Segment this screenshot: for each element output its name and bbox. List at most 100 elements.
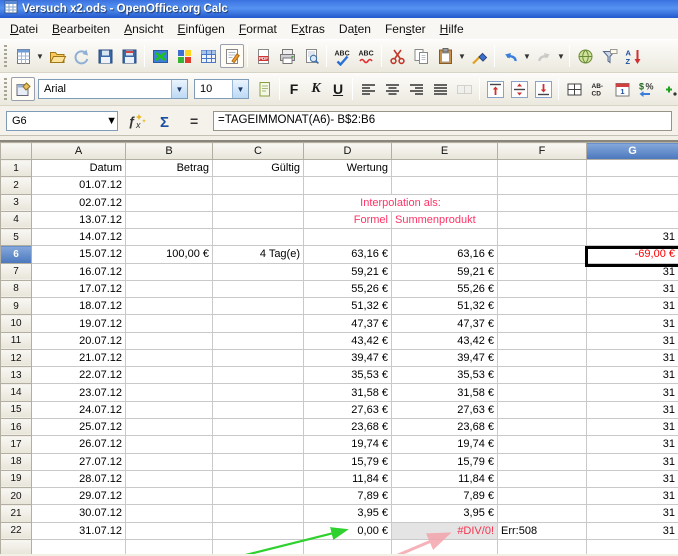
align-center-button[interactable]	[380, 77, 404, 101]
cell-F17[interactable]	[498, 436, 587, 453]
cell-E11[interactable]: 43,42 €	[392, 332, 498, 349]
cell-C20[interactable]	[213, 488, 304, 505]
gallery-button[interactable]	[172, 44, 196, 68]
cell-C3[interactable]	[213, 194, 304, 211]
cell-G14[interactable]: 31	[587, 384, 678, 401]
cell-F3[interactable]	[498, 194, 587, 211]
cell-E23[interactable]	[392, 539, 498, 554]
cell-D10[interactable]: 47,37 €	[304, 315, 392, 332]
cell-A20[interactable]: 29.07.12	[32, 488, 126, 505]
undo-button[interactable]	[498, 44, 522, 68]
cell-D5[interactable]	[304, 229, 392, 246]
cell-E9[interactable]: 51,32 €	[392, 298, 498, 315]
cell-C22[interactable]	[213, 522, 304, 539]
cell-B5[interactable]	[126, 229, 213, 246]
row-header-12[interactable]: 12	[1, 349, 32, 366]
cell-A4[interactable]: 13.07.12	[32, 211, 126, 228]
cell-D18[interactable]: 15,79 €	[304, 453, 392, 470]
menu-daten[interactable]: Daten	[332, 19, 378, 39]
underline-button[interactable]: U	[327, 77, 349, 101]
cell-A2[interactable]: 01.07.12	[32, 177, 126, 194]
row-header-18[interactable]: 18	[1, 453, 32, 470]
cell-F21[interactable]	[498, 505, 587, 522]
row-header-22[interactable]: 22	[1, 522, 32, 539]
styles-button[interactable]	[11, 77, 35, 101]
cell-G16[interactable]: 31	[587, 418, 678, 435]
cell-G11[interactable]: 31	[587, 332, 678, 349]
cell-D19[interactable]: 11,84 €	[304, 470, 392, 487]
cell-D13[interactable]: 35,53 €	[304, 367, 392, 384]
toolbar-drag-handle[interactable]	[4, 78, 7, 100]
cell-G8[interactable]: 31	[587, 280, 678, 297]
sort-descending-button[interactable]: AZ	[621, 44, 645, 68]
cell-F6[interactable]	[498, 246, 587, 263]
column-header-F[interactable]: F	[498, 143, 587, 160]
align-right-button[interactable]	[404, 77, 428, 101]
align-top-button[interactable]	[483, 77, 507, 101]
cell-B18[interactable]	[126, 453, 213, 470]
new-document-dropdown-icon[interactable]: ▼	[35, 44, 45, 68]
cell-C8[interactable]	[213, 280, 304, 297]
cell-B15[interactable]	[126, 401, 213, 418]
menu-bearbeiten[interactable]: Bearbeiten	[45, 19, 117, 39]
row-header-8[interactable]: 8	[1, 280, 32, 297]
cell-G5[interactable]: 31	[587, 229, 678, 246]
row-header-13[interactable]: 13	[1, 367, 32, 384]
cell-reference-box[interactable]: G6 ▼	[6, 111, 118, 131]
cell-F15[interactable]	[498, 401, 587, 418]
row-header-3[interactable]: 3	[1, 194, 32, 211]
cell-C16[interactable]	[213, 418, 304, 435]
cell-E6[interactable]: 63,16 €	[392, 246, 498, 263]
cell-C13[interactable]	[213, 367, 304, 384]
cell-C6[interactable]: 4 Tag(e)	[213, 246, 304, 263]
open-button[interactable]	[45, 44, 69, 68]
cell-G22[interactable]: 31	[587, 522, 678, 539]
row-header-9[interactable]: 9	[1, 298, 32, 315]
cell-F1[interactable]	[498, 160, 587, 177]
column-header-G[interactable]: G	[587, 143, 678, 160]
cell-F14[interactable]	[498, 384, 587, 401]
redo-dropdown-icon[interactable]: ▼	[556, 44, 566, 68]
cell-B7[interactable]	[126, 263, 213, 280]
cell-D12[interactable]: 39,47 €	[304, 349, 392, 366]
cell-B4[interactable]	[126, 211, 213, 228]
menu-einfgen[interactable]: Einfügen	[170, 19, 231, 39]
cell-D2[interactable]	[304, 177, 392, 194]
print-button[interactable]	[275, 44, 299, 68]
cell-B13[interactable]	[126, 367, 213, 384]
paste-button[interactable]	[433, 44, 457, 68]
function-wizard-button[interactable]: ƒx	[123, 109, 148, 133]
add-decimal-button[interactable]	[658, 77, 678, 101]
menu-fenster[interactable]: Fenster	[378, 19, 433, 39]
align-left-button[interactable]	[356, 77, 380, 101]
cell-C14[interactable]	[213, 384, 304, 401]
equals-button[interactable]: =	[183, 109, 208, 133]
cell-A9[interactable]: 18.07.12	[32, 298, 126, 315]
column-header-A[interactable]: A	[32, 143, 126, 160]
cell-D14[interactable]: 31,58 €	[304, 384, 392, 401]
font-name-combo[interactable]: Arial▼	[38, 79, 188, 99]
cell-D17[interactable]: 19,74 €	[304, 436, 392, 453]
cell-A16[interactable]: 25.07.12	[32, 418, 126, 435]
italic-button[interactable]: K	[305, 77, 327, 101]
date-format-button[interactable]: 1	[610, 77, 634, 101]
currency-format-button[interactable]: $%	[634, 77, 658, 101]
cell-D8[interactable]: 55,26 €	[304, 280, 392, 297]
cell-C10[interactable]	[213, 315, 304, 332]
cut-button[interactable]	[385, 44, 409, 68]
cell-G23[interactable]	[587, 539, 678, 554]
cell-D1[interactable]: Wertung	[304, 160, 392, 177]
cell-G13[interactable]: 31	[587, 367, 678, 384]
borders-button[interactable]	[562, 77, 586, 101]
cell-F12[interactable]	[498, 349, 587, 366]
cell-A10[interactable]: 19.07.12	[32, 315, 126, 332]
cell-E2[interactable]	[392, 177, 498, 194]
cell-G1[interactable]	[587, 160, 678, 177]
cell-G17[interactable]: 31	[587, 436, 678, 453]
copy-button[interactable]	[409, 44, 433, 68]
cell-E14[interactable]: 31,58 €	[392, 384, 498, 401]
cell-A15[interactable]: 24.07.12	[32, 401, 126, 418]
row-header-6[interactable]: 6	[1, 246, 32, 263]
cell-C5[interactable]	[213, 229, 304, 246]
menu-format[interactable]: Format	[232, 19, 284, 39]
